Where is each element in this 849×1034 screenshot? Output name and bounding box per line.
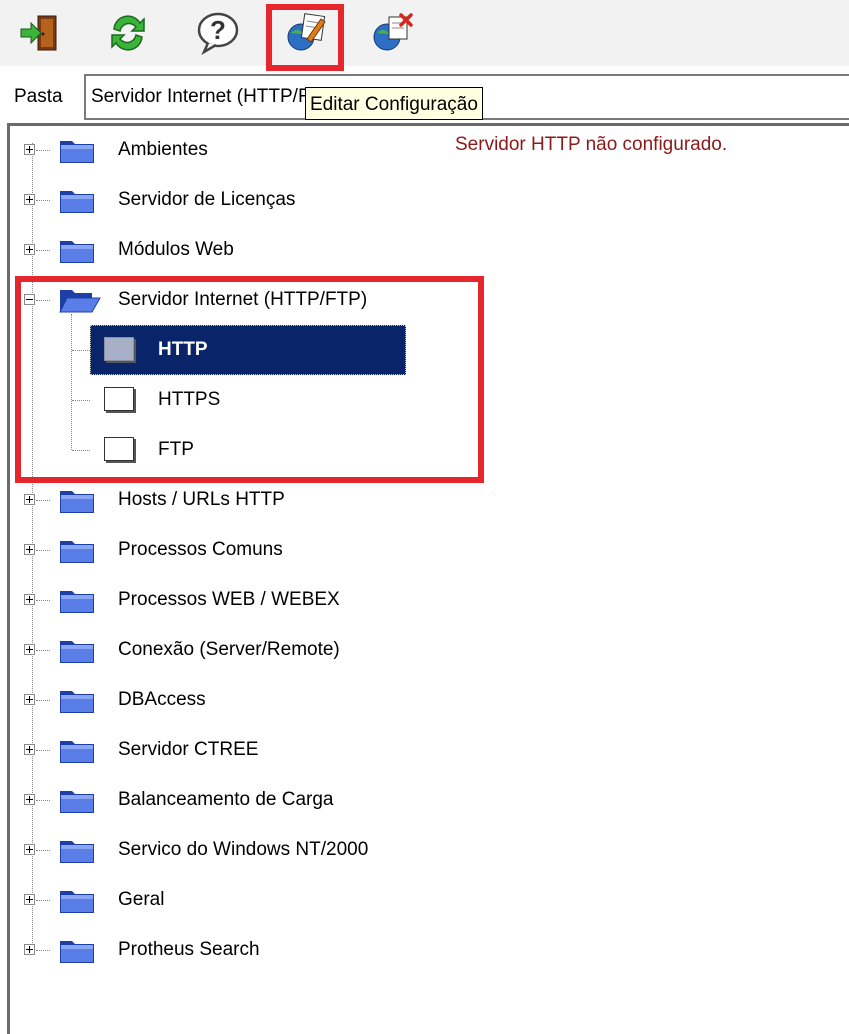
expand-toggle[interactable] [24, 594, 35, 605]
refresh-button[interactable] [103, 8, 153, 58]
tree-line [72, 400, 90, 401]
tree-line [36, 250, 50, 251]
expand-toggle[interactable] [24, 644, 35, 655]
expand-toggle[interactable] [24, 494, 35, 505]
help-button[interactable]: ? [193, 8, 243, 58]
folder-open-icon [59, 286, 101, 319]
expand-toggle[interactable] [24, 744, 35, 755]
tree-item-label[interactable]: Ambientes [118, 139, 208, 161]
expand-toggle[interactable] [24, 894, 35, 905]
exit-door-icon [20, 15, 57, 51]
tree-line [36, 600, 50, 601]
delete-config-icon [373, 13, 413, 51]
tree-line [36, 900, 50, 901]
folder-icon [59, 586, 95, 619]
delete-config-button[interactable] [368, 8, 418, 58]
tree-line [36, 550, 50, 551]
folder-icon [59, 636, 95, 669]
folder-icon [59, 186, 95, 219]
tree-item-label[interactable]: Servidor CTREE [118, 739, 258, 761]
tree-item-label[interactable]: Servico do Windows NT/2000 [118, 839, 368, 861]
expand-toggle[interactable] [24, 794, 35, 805]
tooltip: Editar Configuração [305, 87, 483, 120]
tree-line [36, 800, 50, 801]
document-icon [104, 387, 134, 411]
tree-line [71, 314, 72, 450]
tree-item-label[interactable]: Balanceamento de Carga [118, 789, 333, 811]
tree-line [36, 850, 50, 851]
document-icon [104, 337, 134, 361]
folder-icon [59, 786, 95, 819]
tree-line [36, 650, 50, 651]
toolbar: ? [0, 0, 849, 71]
tree-item-label[interactable]: Servidor de Licenças [118, 189, 295, 211]
tree-item-label[interactable]: Módulos Web [118, 239, 234, 261]
tree-line [36, 500, 50, 501]
expand-toggle[interactable] [24, 144, 35, 155]
tree-line [36, 300, 50, 301]
tree-line [36, 200, 50, 201]
tree-line [36, 750, 50, 751]
tree-line [36, 700, 50, 701]
tree-item-label[interactable]: Processos Comuns [118, 539, 283, 561]
folder-icon [59, 736, 95, 769]
expand-toggle[interactable] [24, 244, 35, 255]
tree-line [36, 150, 50, 151]
expand-toggle[interactable] [24, 544, 35, 555]
status-message: Servidor HTTP não configurado. [455, 134, 728, 155]
folder-icon [59, 136, 95, 169]
refresh-icon [111, 15, 145, 51]
tree-item-label[interactable]: Processos WEB / WEBEX [118, 589, 340, 611]
tree-item-label[interactable]: Servidor Internet (HTTP/FTP) [118, 289, 367, 311]
exit-button[interactable] [14, 8, 64, 58]
expand-toggle[interactable] [24, 844, 35, 855]
tree-item-label[interactable]: Protheus Search [118, 939, 260, 961]
tree-child-label[interactable]: HTTP [158, 339, 208, 361]
folder-icon [59, 486, 95, 519]
tree-item-label[interactable]: Conexão (Server/Remote) [118, 639, 340, 661]
tree-child-label[interactable]: HTTPS [158, 389, 220, 411]
selection-highlight [90, 325, 406, 375]
folder-icon [59, 836, 95, 869]
expand-toggle[interactable] [24, 944, 35, 955]
svg-text:?: ? [210, 15, 226, 45]
tree-item-label[interactable]: DBAccess [118, 689, 206, 711]
tree-line [72, 450, 90, 451]
tree-line [36, 950, 50, 951]
pasta-label: Pasta [14, 86, 63, 107]
tree-item-label[interactable]: Geral [118, 889, 164, 911]
folder-icon [59, 536, 95, 569]
folder-icon [59, 686, 95, 719]
tree-item-label[interactable]: Hosts / URLs HTTP [118, 489, 285, 511]
edit-config-button[interactable] [282, 8, 332, 58]
expand-toggle[interactable] [24, 194, 35, 205]
document-icon [104, 437, 134, 461]
folder-icon [59, 236, 95, 269]
folder-icon [59, 936, 95, 969]
help-icon: ? [197, 12, 239, 55]
expand-toggle[interactable] [24, 694, 35, 705]
tree-line [72, 350, 90, 351]
collapse-toggle[interactable] [24, 294, 35, 305]
folder-icon [59, 886, 95, 919]
edit-config-icon [287, 13, 326, 51]
tree-child-label[interactable]: FTP [158, 439, 194, 461]
